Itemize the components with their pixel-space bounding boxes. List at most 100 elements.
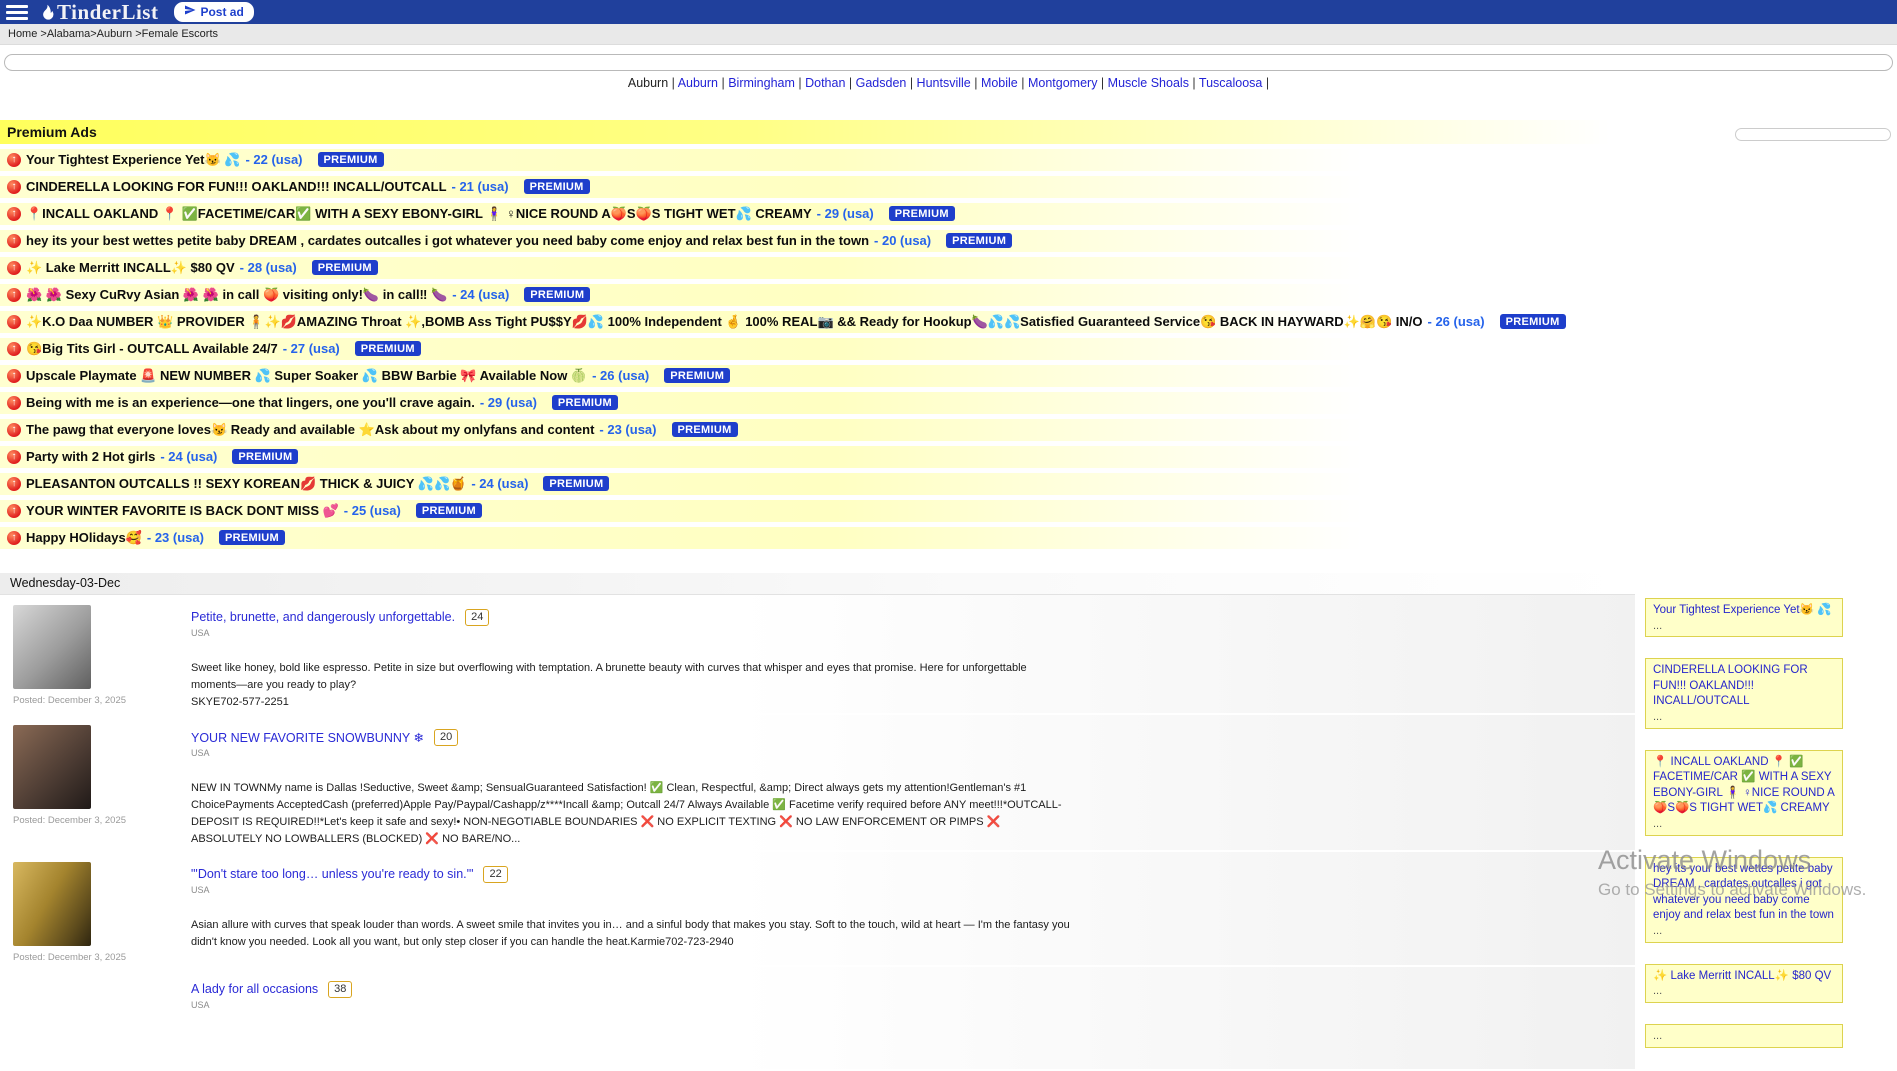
- city-link[interactable]: Birmingham: [728, 76, 805, 90]
- premium-badge[interactable]: PREMIUM: [552, 395, 618, 410]
- premium-badge[interactable]: PREMIUM: [672, 422, 738, 437]
- premium-ad-title-link[interactable]: YOUR WINTER FAVORITE IS BACK DONT MISS 💕: [26, 503, 339, 519]
- brand-name: TinderList: [57, 0, 158, 25]
- sidebar-ad-box[interactable]: CINDERELLA LOOKING FOR FUN!!! OAKLAND!!!…: [1645, 658, 1843, 728]
- search-input[interactable]: [4, 54, 1893, 71]
- premium-ad-row[interactable]: ↑ ✨ Lake Merritt INCALL✨ $80 QV - 28 (us…: [0, 257, 1390, 279]
- premium-ad-age: - 26 (usa): [1428, 314, 1485, 329]
- sidebar-ad-box[interactable]: Your Tightest Experience Yet😼 💦 ...: [1645, 598, 1843, 637]
- listing-thumbnail[interactable]: [13, 725, 91, 809]
- premium-ad-row[interactable]: ↑ 🌺 🌺 Sexy CuRvy Asian 🌺 🌺 in call 🍑 vis…: [0, 284, 1390, 306]
- premium-ad-age: - 24 (usa): [471, 476, 528, 491]
- listing-country: USA: [191, 885, 1071, 895]
- listing-thumbnail[interactable]: [13, 862, 91, 946]
- premium-ad-age: - 24 (usa): [160, 449, 217, 464]
- premium-ad-title-link[interactable]: ✨K.O Daa NUMBER 👑 PROVIDER 🧍✨💋AMAZING Th…: [26, 314, 1423, 330]
- premium-ad-row[interactable]: ↑ 📍INCALL OAKLAND 📍 ✅FACETIME/CAR✅ WITH …: [0, 203, 1390, 225]
- sidebar-ad-box[interactable]: hey its your best wettes petite baby DRE…: [1645, 857, 1843, 943]
- sidebar-ad-box[interactable]: ...: [1645, 1024, 1843, 1048]
- listing-thumb-column: Posted: December 3, 2025: [13, 725, 163, 848]
- premium-ad-row[interactable]: ↑ Your Tightest Experience Yet😼 💦 - 22 (…: [0, 149, 1390, 171]
- premium-ad-title-link[interactable]: ✨ Lake Merritt INCALL✨ $80 QV: [26, 260, 235, 276]
- sidebar-ad-box[interactable]: 📍 INCALL OAKLAND 📍 ✅ FACETIME/CAR ✅ WITH…: [1645, 750, 1843, 836]
- premium-ad-title-link[interactable]: 📍INCALL OAKLAND 📍 ✅FACETIME/CAR✅ WITH A …: [26, 206, 812, 222]
- city-link[interactable]: Tuscaloosa: [1199, 76, 1269, 90]
- premium-ad-title-link[interactable]: 😘Big Tits Girl - OUTCALL Available 24/7: [26, 341, 278, 357]
- premium-ad-row[interactable]: ↑ 😘Big Tits Girl - OUTCALL Available 24/…: [0, 338, 1390, 360]
- premium-badge[interactable]: PREMIUM: [312, 260, 378, 275]
- premium-ad-row[interactable]: ↑ The pawg that everyone loves😼 Ready an…: [0, 419, 1390, 441]
- premium-ad-age: - 29 (usa): [480, 395, 537, 410]
- premium-ad-row[interactable]: ↑ YOUR WINTER FAVORITE IS BACK DONT MISS…: [0, 500, 1390, 522]
- sidebar-ad-text: hey its your best wettes petite baby DRE…: [1653, 862, 1835, 924]
- premium-ad-row[interactable]: ↑ Being with me is an experience—one tha…: [0, 392, 1390, 414]
- premium-ad-title-link[interactable]: Upscale Playmate 🚨 NEW NUMBER 💦 Super So…: [26, 368, 587, 384]
- listing-body: "'Don't stare too long… unless you're re…: [191, 862, 1071, 963]
- city-link[interactable]: Huntsville: [917, 76, 981, 90]
- listing-title-link[interactable]: "'Don't stare too long… unless you're re…: [191, 867, 473, 881]
- listing-title-link[interactable]: YOUR NEW FAVORITE SNOWBUNNY ❄: [191, 730, 424, 745]
- post-ad-button[interactable]: Post ad: [174, 2, 253, 22]
- listing-title-link[interactable]: A lady for all occasions: [191, 982, 318, 996]
- sidebar-ad-more: ...: [1653, 710, 1835, 725]
- premium-badge[interactable]: PREMIUM: [946, 233, 1012, 248]
- listing-age-badge: 22: [483, 866, 507, 883]
- premium-badge[interactable]: PREMIUM: [318, 152, 384, 167]
- listing-thumb-column: [13, 977, 163, 1067]
- listing-thumbnail[interactable]: [13, 605, 91, 689]
- premium-ad-row[interactable]: ↑ Happy HOlidays🥰 - 23 (usa) PREMIUM: [0, 527, 1390, 549]
- premium-badge[interactable]: PREMIUM: [1500, 314, 1566, 329]
- premium-ad-title-link[interactable]: Being with me is an experience—one that …: [26, 395, 475, 410]
- premium-badge[interactable]: PREMIUM: [543, 476, 609, 491]
- premium-badge[interactable]: PREMIUM: [416, 503, 482, 518]
- premium-badge[interactable]: PREMIUM: [219, 530, 285, 545]
- up-arrow-icon: ↑: [7, 207, 21, 221]
- premium-ad-title-link[interactable]: Happy HOlidays🥰: [26, 530, 142, 546]
- premium-ad-title-link[interactable]: PLEASANTON OUTCALLS !! SEXY KOREAN💋 THIC…: [26, 476, 466, 492]
- listing-posted-date: Posted: December 3, 2025: [13, 695, 163, 706]
- premium-ad-title-link[interactable]: The pawg that everyone loves😼 Ready and …: [26, 422, 594, 438]
- premium-badge[interactable]: PREMIUM: [524, 287, 590, 302]
- listing-title-link[interactable]: Petite, brunette, and dangerously unforg…: [191, 610, 455, 624]
- city-link[interactable]: Auburn: [678, 76, 729, 90]
- premium-badge[interactable]: PREMIUM: [524, 179, 590, 194]
- up-arrow-icon: ↑: [7, 450, 21, 464]
- hamburger-menu-icon[interactable]: [6, 5, 28, 20]
- premium-ad-title-link[interactable]: 🌺 🌺 Sexy CuRvy Asian 🌺 🌺 in call 🍑 visit…: [26, 287, 447, 303]
- premium-ad-title-link[interactable]: CINDERELLA LOOKING FOR FUN!!! OAKLAND!!!…: [26, 179, 447, 194]
- premium-badge[interactable]: PREMIUM: [889, 206, 955, 221]
- listing-row: Posted: December 3, 2025 YOUR NEW FAVORI…: [0, 715, 1635, 852]
- up-arrow-icon: ↑: [7, 261, 21, 275]
- city-link[interactable]: Mobile: [981, 76, 1028, 90]
- city-link[interactable]: Dothan: [805, 76, 856, 90]
- scrollbar-thumb[interactable]: [1735, 128, 1891, 141]
- premium-ad-row[interactable]: ↑ PLEASANTON OUTCALLS !! SEXY KOREAN💋 TH…: [0, 473, 1390, 495]
- premium-ad-title-link[interactable]: Party with 2 Hot girls: [26, 449, 155, 464]
- listing-row: Posted: December 3, 2025 "'Don't stare t…: [0, 852, 1635, 967]
- premium-ad-row[interactable]: ↑ Upscale Playmate 🚨 NEW NUMBER 💦 Super …: [0, 365, 1390, 387]
- listing-thumbnail[interactable]: [13, 977, 91, 1061]
- site-logo[interactable]: TinderList: [38, 0, 158, 25]
- listing-body: Petite, brunette, and dangerously unforg…: [191, 605, 1071, 711]
- premium-ad-row[interactable]: ↑ ✨K.O Daa NUMBER 👑 PROVIDER 🧍✨💋AMAZING …: [0, 311, 1390, 333]
- city-link[interactable]: Muscle Shoals: [1108, 76, 1199, 90]
- premium-badge[interactable]: PREMIUM: [355, 341, 421, 356]
- premium-ad-row[interactable]: ↑ Party with 2 Hot girls - 24 (usa) PREM…: [0, 446, 1390, 468]
- sidebar-ad-box[interactable]: ✨ Lake Merritt INCALL✨ $80 QV ...: [1645, 964, 1843, 1003]
- premium-ad-title-link[interactable]: Your Tightest Experience Yet😼 💦: [26, 152, 240, 168]
- city-link[interactable]: Gadsden: [856, 76, 917, 90]
- sidebar-ad-more: ...: [1653, 619, 1835, 634]
- premium-ad-row[interactable]: ↑ CINDERELLA LOOKING FOR FUN!!! OAKLAND!…: [0, 176, 1390, 198]
- flame-icon: [38, 4, 55, 21]
- premium-badge[interactable]: PREMIUM: [664, 368, 730, 383]
- city-link[interactable]: Montgomery: [1028, 76, 1108, 90]
- breadcrumb[interactable]: Home >Alabama>Auburn >Female Escorts: [0, 24, 1897, 45]
- premium-badge[interactable]: PREMIUM: [232, 449, 298, 464]
- premium-ad-title-link[interactable]: hey its your best wettes petite baby DRE…: [26, 233, 869, 248]
- sidebar-ad-more: ...: [1653, 1029, 1835, 1044]
- listing-description: Asian allure with curves that speak loud…: [191, 917, 1071, 951]
- premium-ad-row[interactable]: ↑ hey its your best wettes petite baby D…: [0, 230, 1390, 252]
- date-header: Wednesday-03-Dec: [0, 573, 1635, 595]
- listing-age-badge: 24: [465, 609, 489, 626]
- premium-ad-age: - 21 (usa): [452, 179, 509, 194]
